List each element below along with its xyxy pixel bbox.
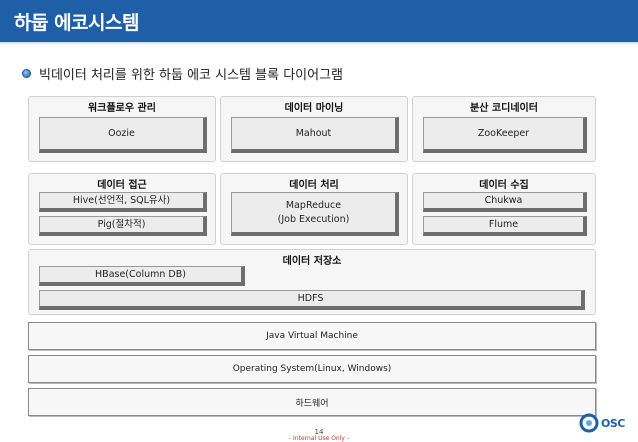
- box-flume: Flume: [423, 216, 587, 236]
- panel-workflow: 워크플로우 관리 Oozie: [28, 96, 216, 162]
- osc-logo-text: OSC: [601, 416, 625, 430]
- panel-title-access: 데이터 접근: [97, 180, 147, 191]
- osc-logo: OSC: [579, 411, 631, 435]
- panel-title-processing: 데이터 처리: [289, 180, 339, 191]
- subtitle-row: 빅데이터 처리를 위한 하둡 에코 시스템 블록 다이어그램: [22, 64, 344, 83]
- panel-title-collection: 데이터 수집: [479, 180, 529, 191]
- box-mapreduce: MapReduce (Job Execution): [231, 192, 399, 236]
- osc-logo-icon: [579, 413, 599, 433]
- title-divider: [0, 42, 638, 45]
- panel-collection: 데이터 수집 Chukwa Flume: [412, 173, 596, 245]
- layer-hardware: 하드웨어: [28, 388, 596, 416]
- box-hdfs: HDFS: [39, 290, 585, 310]
- panel-coordinator: 분산 코디네이터 ZooKeeper: [412, 96, 596, 162]
- panel-storage: 데이터 저장소 HBase(Column DB) HDFS: [28, 249, 596, 315]
- box-pig: Pig(절차적): [39, 216, 207, 236]
- box-mahout: Mahout: [231, 117, 399, 153]
- layer-os: Operating System(Linux, Windows): [28, 355, 596, 383]
- box-zookeeper: ZooKeeper: [423, 117, 587, 153]
- bullet-icon: [22, 68, 31, 78]
- panel-title-mining: 데이터 마이닝: [284, 103, 344, 114]
- subtitle-text: 빅데이터 처리를 위한 하둡 에코 시스템 블록 다이어그램: [39, 67, 344, 83]
- confidential-label: - Internal Use Only -: [288, 435, 350, 442]
- title-bar: 하둡 에코시스템: [0, 0, 638, 42]
- panel-title-storage: 데이터 저장소: [282, 256, 342, 267]
- panel-processing: 데이터 처리 MapReduce (Job Execution): [220, 173, 408, 245]
- panel-title-workflow: 워크플로우 관리: [88, 103, 156, 114]
- panel-mining: 데이터 마이닝 Mahout: [220, 96, 408, 162]
- panel-title-coordinator: 분산 코디네이터: [470, 103, 538, 114]
- page-title: 하둡 에코시스템: [14, 12, 139, 34]
- panel-access: 데이터 접근 Hive(선언적, SQL유사) Pig(절차적): [28, 173, 216, 245]
- box-hive: Hive(선언적, SQL유사): [39, 192, 207, 212]
- box-oozie: Oozie: [39, 117, 207, 153]
- layer-jvm: Java Virtual Machine: [28, 322, 596, 350]
- box-hbase: HBase(Column DB): [39, 266, 245, 286]
- box-chukwa: Chukwa: [423, 192, 587, 212]
